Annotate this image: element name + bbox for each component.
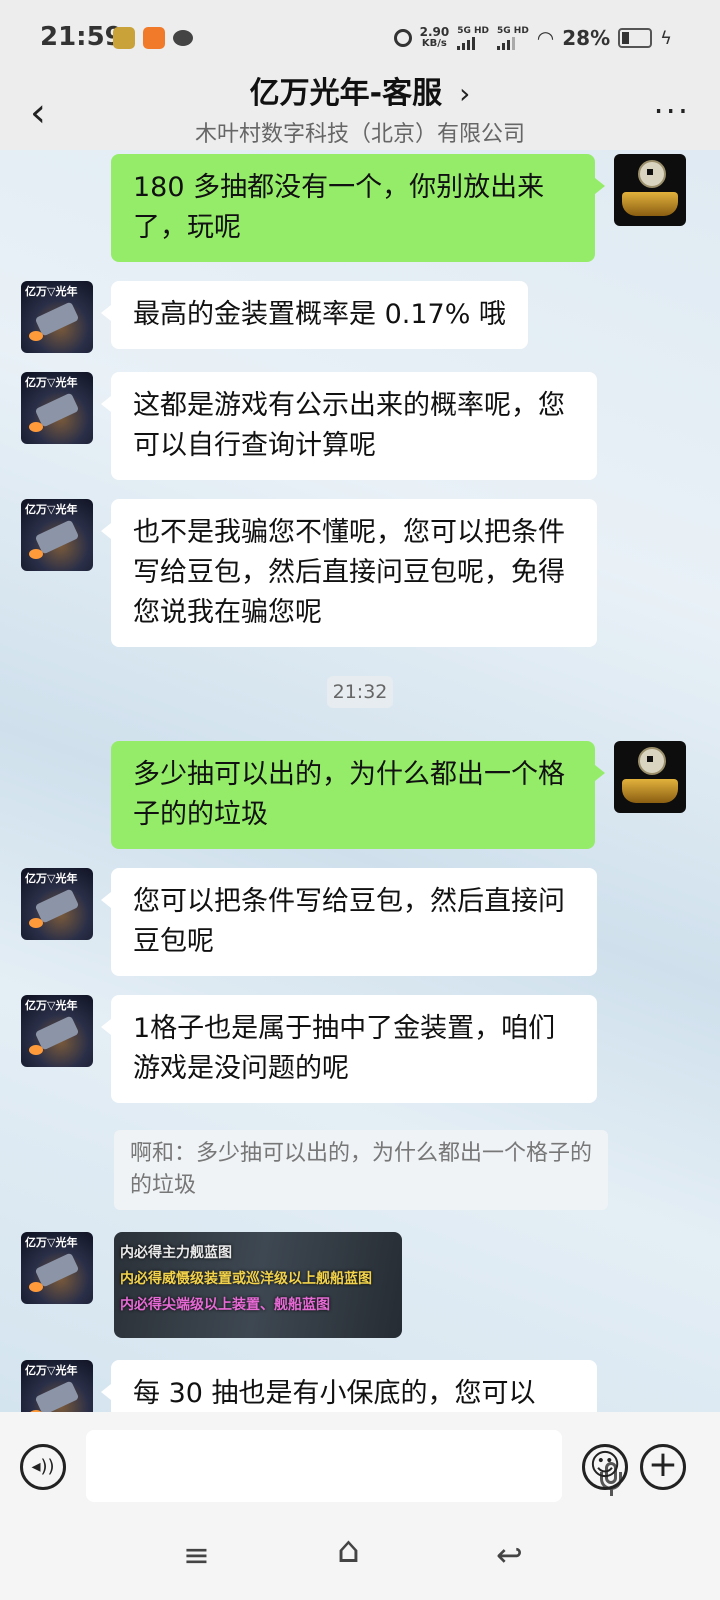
avatar-label: 亿万▽光年 [25, 503, 78, 516]
spaceship-icon [34, 888, 80, 924]
plus-button[interactable]: + [640, 1444, 686, 1490]
chat-messages[interactable]: 180 多抽都没有一个，你别放出来了，玩呢 亿万▽光年 最高的金装置概率是 0.… [0, 150, 720, 1412]
spaceship-icon [34, 1380, 80, 1412]
alarm-icon [393, 29, 412, 47]
notification-icons [113, 27, 193, 49]
received-message[interactable]: 最高的金装置概率是 0.17% 哦 [101, 281, 528, 349]
avatar-label: 亿万▽光年 [25, 285, 78, 298]
sim1-label: 5G HD [457, 25, 489, 36]
service-avatar[interactable]: 亿万▽光年 [21, 1232, 93, 1304]
game-app-icon [113, 27, 135, 49]
chat-title: 亿万光年-客服 [249, 76, 443, 111]
spaceship-icon [34, 1252, 80, 1288]
my-avatar[interactable] [614, 741, 686, 813]
system-nav-bar: ≡ ⌂ ↩ [0, 1522, 720, 1600]
plus-icon: + [647, 1444, 679, 1485]
service-avatar[interactable]: 亿万▽光年 [21, 1360, 93, 1412]
chevron-right-icon: › [459, 77, 471, 110]
sim1-signal: 5G HD [457, 25, 489, 50]
avatar-label: 亿万▽光年 [25, 1236, 78, 1249]
battery-percent: 28% [562, 26, 611, 50]
status-time: 21:59 [40, 22, 123, 52]
service-avatar[interactable]: 亿万▽光年 [21, 995, 93, 1067]
treasure-bowl-icon [622, 779, 678, 803]
received-message[interactable]: 1格子也是属于抽中了金装置，咱们游戏是没问题的呢 [101, 995, 597, 1103]
image-text-line: 内必得尖端级以上装置、舰船蓝图 [120, 1297, 330, 1313]
received-message[interactable]: 每 30 抽也是有小保底的，您可以 [101, 1360, 597, 1412]
received-message[interactable]: 也不是我骗您不懂呢，您可以把条件写给豆包，然后直接问豆包呢，免得您说我在骗您呢 [101, 499, 597, 647]
chat-subtitle: 木叶村数字科技（北京）有限公司 [194, 122, 525, 147]
battery-icon [618, 28, 653, 48]
spaceship-icon [34, 1015, 80, 1051]
spaceship-icon [34, 392, 80, 428]
spaceship-icon [34, 519, 80, 555]
voice-toggle-icon: ◂)) [31, 1456, 55, 1477]
service-avatar[interactable]: 亿万▽光年 [21, 372, 93, 444]
sent-message[interactable]: 180 多抽都没有一个，你别放出来了，玩呢 [111, 154, 605, 262]
voice-toggle-button[interactable]: ◂)) [20, 1444, 66, 1490]
net-speed-unit: KB/s [421, 38, 447, 49]
wifi-icon: ◠ [536, 26, 555, 50]
signal-bars-icon [457, 36, 489, 50]
avatar-label: 亿万▽光年 [25, 872, 78, 885]
avatar-label: 亿万▽光年 [25, 376, 78, 389]
home-icon[interactable]: ⌂ [337, 1530, 360, 1571]
status-right: 2.90 KB/s 5G HD 5G HD ◠ 28% ϟ [393, 25, 672, 50]
message-input[interactable] [86, 1430, 622, 1502]
received-message[interactable]: 您可以把条件写给豆包，然后直接问豆包呢 [101, 868, 597, 976]
avatar-label: 亿万▽光年 [25, 999, 78, 1012]
sim2-label: 5G HD [497, 25, 529, 36]
net-speed-value: 2.90 [419, 25, 450, 39]
more-options-button[interactable]: ··· [653, 92, 690, 130]
net-speed: 2.90 KB/s [420, 26, 450, 50]
service-avatar[interactable]: 亿万▽光年 [21, 868, 93, 940]
sim2-signal: 5G HD [497, 25, 529, 50]
emoji-icon: ☺ [589, 1448, 621, 1483]
message-icon [173, 30, 193, 46]
title-area[interactable]: 亿万光年-客服 › [0, 68, 720, 112]
charging-icon: ϟ [660, 27, 672, 49]
image-text-line: 内必得威慑级装置或巡洋级以上舰船蓝图 [120, 1271, 372, 1287]
spaceship-icon [34, 301, 80, 337]
chat-header: ‹ 亿万光年-客服 › 木叶村数字科技（北京）有限公司 ··· [0, 76, 720, 150]
video-app-icon [143, 27, 165, 49]
service-avatar[interactable]: 亿万▽光年 [21, 499, 93, 571]
quoted-message[interactable]: 啊和：多少抽可以出的，为什么都出一个格子的的垃圾 [114, 1130, 608, 1210]
message-timestamp: 21:32 [327, 676, 393, 708]
input-bar: ◂)) ☺ + [0, 1412, 720, 1522]
menu-icon[interactable]: ≡ [183, 1536, 210, 1574]
emoji-button[interactable]: ☺ [582, 1444, 628, 1490]
my-avatar[interactable] [614, 154, 686, 226]
signal-bars-icon [497, 36, 529, 50]
sent-message[interactable]: 多少抽可以出的，为什么都出一个格子的的垃圾 [111, 741, 605, 849]
service-avatar[interactable]: 亿万▽光年 [21, 281, 93, 353]
treasure-bowl-icon [622, 192, 678, 216]
image-message[interactable]: 内必得主力舰蓝图 内必得威慑级装置或巡洋级以上舰船蓝图 内必得尖端级以上装置、舰… [114, 1232, 402, 1338]
back-nav-icon[interactable]: ↩ [496, 1536, 523, 1574]
received-message[interactable]: 这都是游戏有公示出来的概率呢，您可以自行查询计算呢 [101, 372, 597, 480]
image-text-line: 内必得主力舰蓝图 [120, 1245, 232, 1261]
avatar-label: 亿万▽光年 [25, 1364, 78, 1377]
